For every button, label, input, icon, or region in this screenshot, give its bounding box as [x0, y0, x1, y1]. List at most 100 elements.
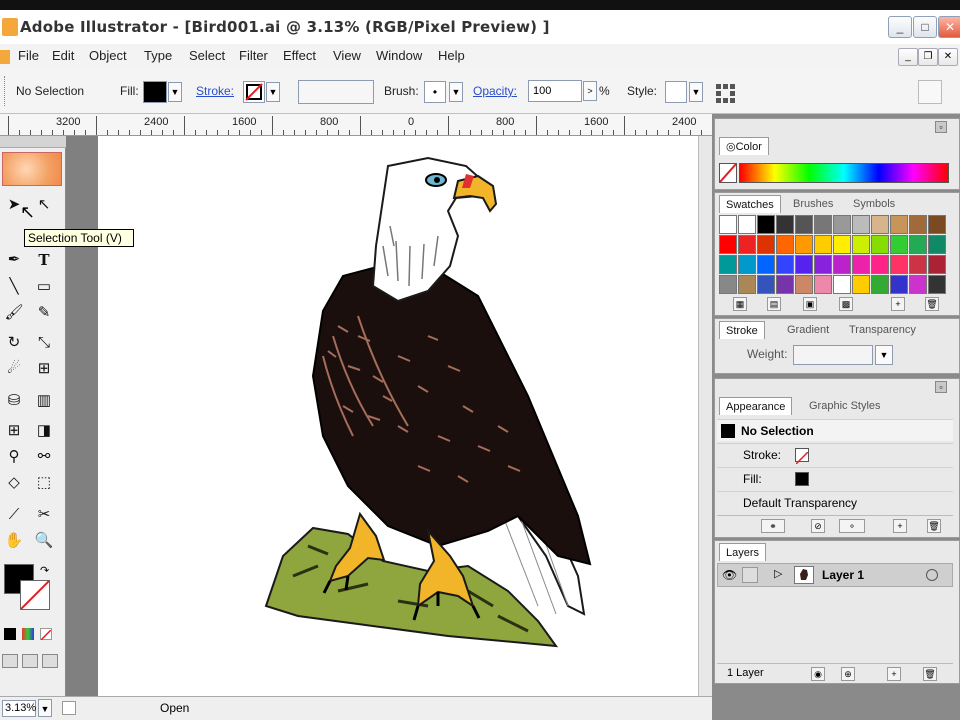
swatch-chip[interactable] [852, 275, 870, 294]
style-dropdown[interactable]: ▼ [689, 82, 703, 102]
swatch-chip[interactable] [871, 235, 889, 254]
swatch-chip[interactable] [776, 255, 794, 274]
new-sublayer-icon[interactable]: ⊕ [841, 667, 855, 681]
panel-minimize-icon[interactable]: ▫ [935, 121, 947, 133]
swatch-chip[interactable] [776, 215, 794, 234]
swatch-chip[interactable] [814, 255, 832, 274]
tab-layers[interactable]: Layers [719, 543, 767, 561]
close-button[interactable]: ✕ [938, 16, 960, 38]
zoom-icon[interactable]: 🔍 [32, 530, 56, 552]
reduce-basic-icon[interactable]: ⚬ [839, 519, 865, 533]
stroke-weight-field[interactable] [298, 80, 374, 104]
status-nav-button[interactable] [62, 701, 76, 715]
show-swatch-kinds-icon[interactable]: ▤ [767, 297, 781, 311]
no-color-icon[interactable] [719, 163, 737, 183]
tab-gradient[interactable]: Gradient [781, 321, 835, 339]
pen-icon[interactable]: ✒ [2, 249, 26, 271]
swatch-library-icon[interactable]: ▦ [733, 297, 747, 311]
swatch-chip[interactable] [833, 215, 851, 234]
duplicate-item-icon[interactable]: + [893, 519, 907, 533]
eyedropper-icon[interactable]: ⚲ [2, 446, 26, 468]
swatch-chip[interactable] [890, 215, 908, 234]
menu-edit[interactable]: Edit [52, 48, 74, 63]
scissors-icon[interactable]: ✂ [32, 504, 56, 526]
artboard[interactable] [98, 136, 712, 696]
opacity-input[interactable]: 100 [528, 80, 582, 102]
menu-help[interactable]: Help [438, 48, 465, 63]
menu-window[interactable]: Window [376, 48, 422, 63]
new-art-maintains-icon[interactable]: ⚭ [761, 519, 785, 533]
scale-icon[interactable]: ⤡ [32, 332, 56, 354]
weight-dropdown[interactable]: ▼ [875, 345, 893, 365]
swatch-chip[interactable] [776, 275, 794, 294]
tab-swatches[interactable]: Swatches [719, 195, 781, 213]
swatch-chip[interactable] [814, 215, 832, 234]
minimize-button[interactable]: _ [888, 16, 912, 38]
vertical-scrollbar[interactable] [698, 136, 712, 696]
maximize-button[interactable]: □ [913, 16, 937, 38]
menu-type[interactable]: Type [144, 48, 172, 63]
swap-fill-stroke-icon[interactable]: ↷ [40, 564, 49, 577]
swatch-chip[interactable] [852, 235, 870, 254]
stroke-swatch-icon[interactable] [20, 580, 50, 610]
swatch-chip[interactable] [719, 255, 737, 274]
warp-icon[interactable]: ☄ [2, 358, 26, 380]
doc-restore-button[interactable]: ❐ [918, 48, 938, 66]
style-swatch[interactable] [665, 81, 687, 103]
swatch-chip[interactable] [795, 235, 813, 254]
swatch-chip[interactable] [909, 275, 927, 294]
rotate-icon[interactable]: ↻ [2, 332, 26, 354]
appearance-stroke-row[interactable]: Stroke: [717, 443, 953, 465]
fill-dropdown[interactable]: ▼ [168, 82, 182, 102]
new-layer-icon[interactable]: + [887, 667, 901, 681]
swatch-chip[interactable] [909, 235, 927, 254]
tab-brushes[interactable]: Brushes [787, 195, 839, 213]
swatch-chip[interactable] [738, 215, 756, 234]
direct-selection-icon[interactable]: ↖ [32, 194, 56, 216]
tab-color[interactable]: ◎Color [719, 137, 769, 155]
brush-dropdown[interactable]: ▼ [449, 82, 463, 102]
swatch-chip[interactable] [757, 235, 775, 254]
swatch-chip[interactable] [852, 255, 870, 274]
delete-item-icon[interactable]: 🗑 [927, 519, 941, 533]
type-icon[interactable]: T [32, 249, 56, 271]
swatch-chip[interactable] [890, 235, 908, 254]
live-paint-selection-icon[interactable]: ⬚ [32, 472, 56, 494]
swatch-options-icon[interactable]: ▣ [803, 297, 817, 311]
swatch-chip[interactable] [795, 215, 813, 234]
blend-icon[interactable]: ⚯ [32, 446, 56, 468]
swatch-chip[interactable] [757, 255, 775, 274]
none-mode-icon[interactable] [40, 628, 52, 641]
swatch-chip[interactable] [833, 275, 851, 294]
mesh-icon[interactable]: ⊞ [2, 420, 26, 442]
make-clipping-mask-icon[interactable]: ◉ [811, 667, 825, 681]
hand-icon[interactable]: ✋ [2, 530, 26, 552]
swatch-chip[interactable] [928, 235, 946, 254]
layer-row[interactable]: 👁 ▷ Layer 1 [717, 563, 953, 587]
swatch-chip[interactable] [795, 275, 813, 294]
tab-symbols[interactable]: Symbols [847, 195, 901, 213]
swatch-chip[interactable] [757, 215, 775, 234]
slice-icon[interactable]: ⟋ [2, 504, 26, 526]
swatch-chip[interactable] [871, 215, 889, 234]
swatch-chip[interactable] [738, 275, 756, 294]
menu-effect[interactable]: Effect [283, 48, 316, 63]
zoom-level-field[interactable]: 3.13% [2, 700, 36, 717]
tab-appearance[interactable]: Appearance [719, 397, 793, 415]
swatch-chip[interactable] [738, 235, 756, 254]
doc-close-button[interactable]: ✕ [938, 48, 958, 66]
swatch-chip[interactable] [719, 215, 737, 234]
clear-appearance-icon[interactable]: ⊘ [811, 519, 825, 533]
stroke-link[interactable]: Stroke: [196, 84, 234, 98]
swatch-chip[interactable] [928, 215, 946, 234]
tab-transparency[interactable]: Transparency [843, 321, 922, 339]
line-icon[interactable]: ╲ [2, 276, 26, 298]
color-spectrum-bar[interactable] [739, 163, 949, 183]
appearance-fill-row[interactable]: Fill: [717, 467, 953, 489]
live-paint-icon[interactable]: ◇ [2, 472, 26, 494]
expand-triangle-icon[interactable]: ▷ [774, 567, 782, 580]
appearance-header-row[interactable]: No Selection [717, 419, 953, 441]
full-screen-menu-icon[interactable] [22, 654, 38, 668]
stroke-dropdown[interactable]: ▼ [266, 82, 280, 102]
fill-swatch[interactable] [143, 81, 167, 103]
